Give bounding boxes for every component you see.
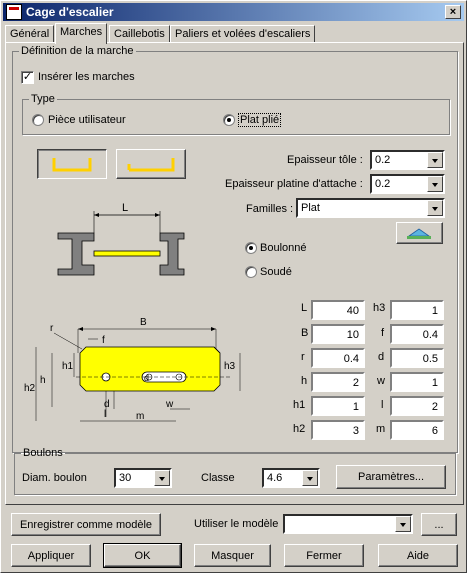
z-profile-icon (127, 158, 175, 172)
chevron-down-icon[interactable] (427, 176, 443, 192)
boulonne-label: Boulonné (260, 242, 307, 254)
catalog-button[interactable] (396, 222, 443, 244)
field-w[interactable]: 1 (390, 372, 444, 392)
boulonne-radio[interactable] (245, 242, 257, 254)
dim-right-label-0: h3 (373, 302, 386, 314)
epaisseur-tole-select[interactable]: 0.2 (370, 150, 445, 170)
type-plat-plie-radio[interactable] (223, 114, 235, 126)
title-bar[interactable]: Cage d'escalier × (3, 3, 464, 21)
chevron-down-icon[interactable] (395, 516, 411, 532)
type-piece-utilisateur-radio[interactable] (32, 114, 44, 126)
dim-h-label: h (40, 375, 46, 386)
field-l[interactable]: 2 (390, 396, 444, 416)
field-f[interactable]: 0.4 (390, 324, 444, 344)
dim-w-label: w (165, 399, 174, 410)
dim-left-label-1: B (301, 327, 309, 339)
dim-m-label: m (136, 411, 144, 422)
dim-L-label: L (122, 203, 128, 214)
field-L[interactable]: 40 (311, 300, 365, 320)
insert-steps-label: Insérer les marches (38, 71, 135, 83)
close-button[interactable]: × (445, 5, 461, 19)
type-plat-plie-label: Plat plié (238, 113, 282, 127)
dim-left-label-3: h (301, 375, 308, 387)
window-title: Cage d'escalier (26, 5, 114, 19)
chevron-down-icon[interactable] (427, 200, 443, 216)
field-h1[interactable]: 1 (311, 396, 365, 416)
dim-h3-label: h3 (224, 361, 236, 372)
dim-left-label-0: L (301, 302, 308, 314)
shape-u-button[interactable] (37, 149, 107, 179)
soude-radio[interactable] (245, 266, 257, 278)
dim-l-label: l (104, 409, 106, 420)
tab-panel: Définition de la marche ✓ Insérer les ma… (5, 42, 464, 505)
browse-button[interactable]: ... (421, 513, 457, 536)
chevron-down-icon[interactable] (154, 470, 170, 486)
classe-label: Classe (201, 472, 235, 484)
dim-h1-label: h1 (62, 361, 74, 372)
use-model-label: Utiliser le modèle (194, 518, 279, 530)
dim-right-label-3: w (377, 375, 385, 387)
chevron-down-icon[interactable] (302, 470, 318, 486)
epaisseur-platine-label: Epaisseur platine d'attache : (225, 178, 363, 190)
diam-boulon-select[interactable]: 30 (114, 468, 172, 488)
group-definition-title: Définition de la marche (21, 45, 134, 57)
group-type-title: Type (31, 93, 55, 105)
epaisseur-tole-label: Epaisseur tôle : (287, 154, 363, 166)
soude-label: Soudé (260, 266, 292, 278)
familles-label: Familles : (246, 203, 294, 215)
field-d[interactable]: 0.5 (390, 348, 444, 368)
dim-right-label-5: m (376, 423, 386, 435)
chevron-down-icon[interactable] (427, 152, 443, 168)
shape-z-button[interactable] (116, 149, 186, 179)
field-h[interactable]: 2 (311, 372, 365, 392)
hide-button[interactable]: Masquer (194, 544, 271, 567)
tab-general[interactable]: Général (5, 25, 55, 43)
tab-paliers[interactable]: Paliers et volées d'escaliers (170, 25, 316, 43)
diam-boulon-label: Diam. boulon (22, 472, 87, 484)
dim-right-label-2: d (378, 351, 385, 363)
tab-marches[interactable]: Marches (55, 23, 108, 44)
tab-caillebotis[interactable]: Caillebotis (109, 25, 170, 43)
apply-button[interactable]: Appliquer (11, 544, 91, 567)
dim-d-label-inner: d (144, 373, 149, 383)
dim-right-label-4: l (381, 399, 384, 411)
field-m[interactable]: 6 (390, 420, 444, 440)
ok-button[interactable]: OK (103, 543, 182, 568)
save-as-model-button[interactable]: Enregistrer comme modèle (11, 513, 161, 536)
insert-steps-checkbox[interactable]: ✓ (21, 71, 34, 84)
field-r[interactable]: 0.4 (311, 348, 365, 368)
dim-right-label-1: f (381, 327, 385, 339)
field-h3[interactable]: 1 (390, 300, 444, 320)
parametres-button[interactable]: Paramètres... (336, 465, 446, 489)
dim-h2-label: h2 (24, 383, 36, 394)
app-icon (6, 4, 22, 20)
close-footer-button[interactable]: Fermer (284, 544, 364, 567)
u-profile-icon (52, 158, 92, 172)
field-B[interactable]: 10 (311, 324, 365, 344)
dim-B-label: B (140, 317, 147, 328)
group-boulons-title: Boulons (23, 447, 63, 459)
classe-select[interactable]: 4.6 (262, 468, 320, 488)
plate-detail-diagram: B r f h1 h h2 h3 d d l m w (24, 317, 241, 422)
help-button[interactable]: Aide (378, 544, 458, 567)
field-h2[interactable]: 3 (311, 420, 365, 440)
profile-catalog-icon (407, 228, 431, 239)
dim-f-label: f (102, 335, 105, 346)
dim-r-label: r (50, 323, 54, 334)
familles-select[interactable]: Plat (296, 198, 445, 218)
use-model-select[interactable] (283, 514, 413, 534)
dialog-window: Cage d'escalier × Général Marches Caille… (0, 0, 467, 573)
dim-left-label-5: h2 (293, 423, 306, 435)
cross-section-diagram: L (57, 203, 185, 276)
type-piece-utilisateur-label: Pièce utilisateur (48, 114, 126, 126)
dim-left-label-4: h1 (293, 399, 306, 411)
epaisseur-platine-select[interactable]: 0.2 (370, 174, 445, 194)
dim-left-label-2: r (301, 351, 305, 363)
